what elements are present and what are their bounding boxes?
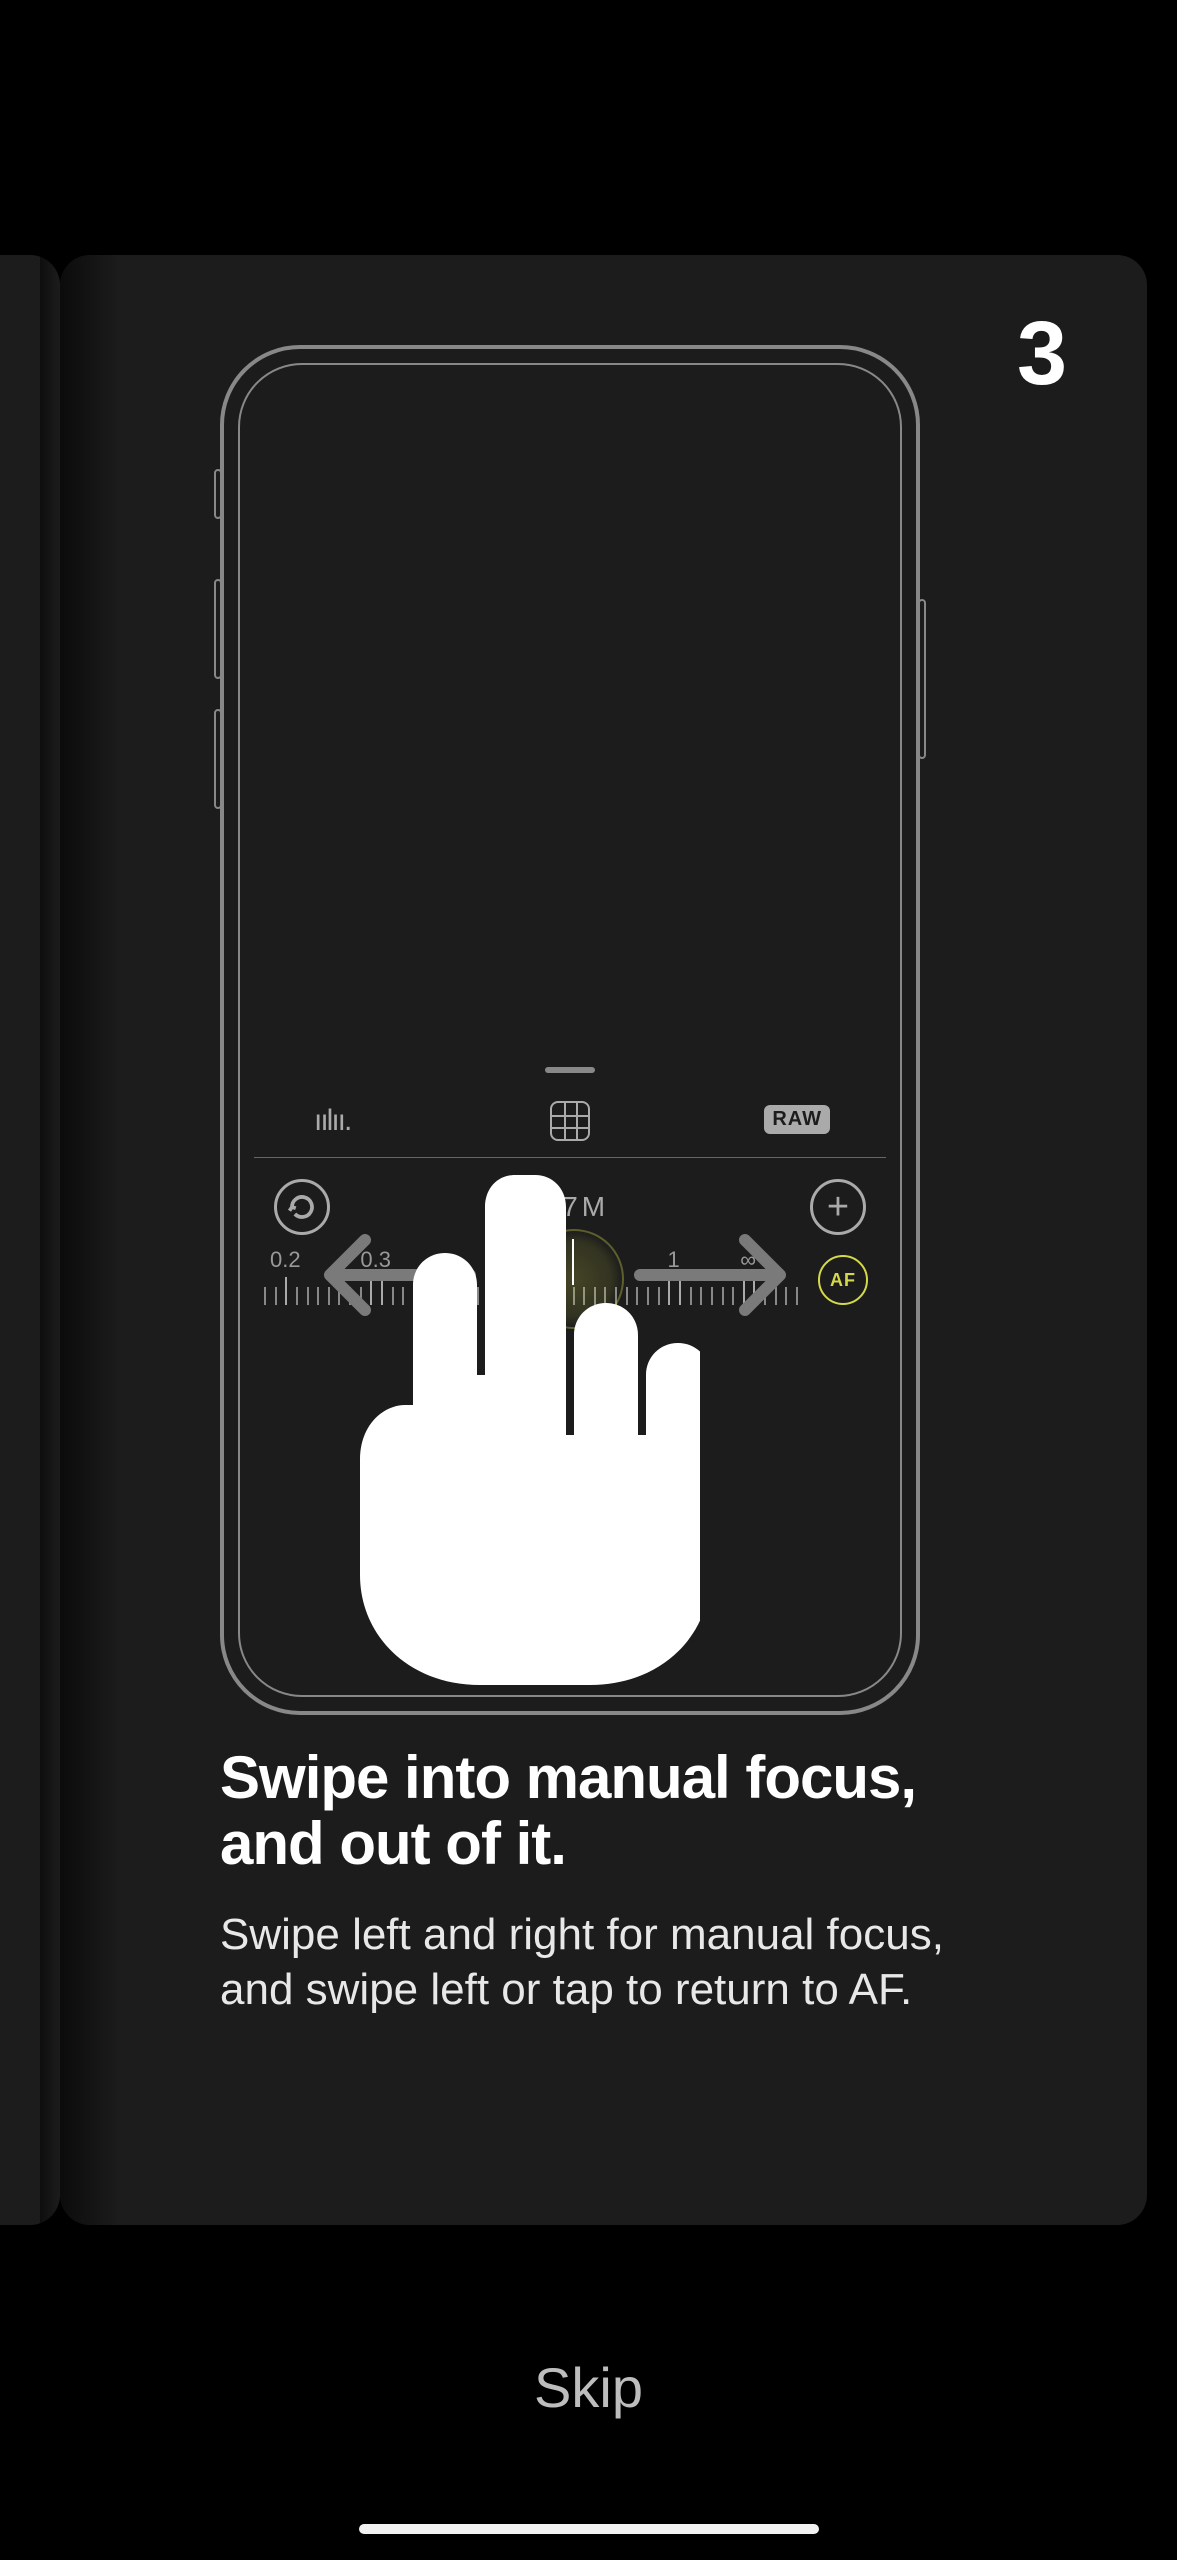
drawer-handle-icon <box>545 1067 595 1073</box>
phone-volume-up-icon <box>214 579 222 679</box>
phone-mute-switch-icon <box>214 469 222 519</box>
skip-button[interactable]: Skip <box>0 2355 1177 2420</box>
histogram-icon: ıılıı. <box>314 1104 350 1138</box>
home-indicator[interactable] <box>359 2524 819 2534</box>
hand-gesture-icon <box>340 1165 700 1690</box>
phone-volume-down-icon <box>214 709 222 809</box>
text-block: Swipe into manual focus, and out of it. … <box>220 1745 1027 2017</box>
raw-badge: RAW <box>764 1105 830 1134</box>
previous-card-sliver[interactable] <box>0 255 60 2225</box>
ruler-label: 0.2 <box>270 1247 301 1273</box>
onboarding-title: Swipe into manual focus, and out of it. <box>220 1745 1027 1877</box>
onboarding-card[interactable]: 3 ıılıı. RAW 0.7M + AF 0.20.30.51∞ <box>60 255 1147 2225</box>
step-number: 3 <box>1017 303 1067 406</box>
onboarding-description: Swipe left and right for manual focus, a… <box>220 1907 1027 2017</box>
af-button: AF <box>818 1255 868 1305</box>
plus-icon: + <box>810 1179 866 1235</box>
phone-power-button-icon <box>918 599 926 759</box>
divider <box>254 1157 886 1158</box>
grid-icon <box>550 1101 590 1141</box>
